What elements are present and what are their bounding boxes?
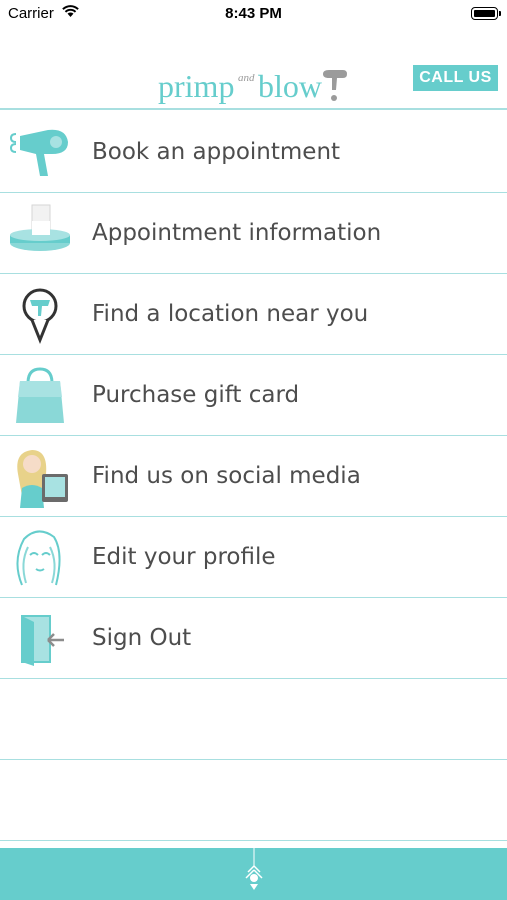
menu-item-appointment-info[interactable]: Appointment information: [0, 193, 507, 274]
menu-item-label: Sign Out: [92, 625, 192, 651]
brand-logo: primp and blow: [158, 66, 353, 106]
menu-item-social-media[interactable]: Find us on social media: [0, 436, 507, 517]
menu-item-find-location[interactable]: Find a location near you: [0, 274, 507, 355]
door-exit-icon: [8, 606, 72, 670]
menu-item-label: Find a location near you: [92, 301, 369, 327]
appointment-card-icon: [8, 201, 72, 265]
status-bar: Carrier 8:43 PM: [0, 0, 507, 30]
header-divider: [0, 108, 507, 110]
chandelier-icon: [244, 848, 264, 896]
empty-row: [0, 679, 507, 760]
call-us-button[interactable]: CALL US: [413, 65, 498, 91]
footer-bar: [0, 848, 507, 900]
menu-item-book-appointment[interactable]: Book an appointment: [0, 112, 507, 193]
empty-row: [0, 760, 507, 841]
logo-primp-text: primp: [158, 68, 235, 104]
menu-item-sign-out[interactable]: Sign Out: [0, 598, 507, 679]
map-pin-icon: [8, 282, 72, 346]
hair-dryer-icon: [8, 120, 72, 184]
main-menu: Book an appointment Appointment informat…: [0, 112, 507, 841]
menu-item-edit-profile[interactable]: Edit your profile: [0, 517, 507, 598]
menu-item-purchase-gift-card[interactable]: Purchase gift card: [0, 355, 507, 436]
logo-blow-text: blow: [258, 68, 322, 104]
logo-dryer-icon: [321, 68, 349, 110]
menu-item-label: Find us on social media: [92, 463, 361, 489]
shopping-bag-icon: [8, 363, 72, 427]
menu-item-label: Purchase gift card: [92, 382, 300, 408]
battery-icon: [471, 7, 501, 20]
profile-face-icon: [8, 525, 72, 589]
clock: 8:43 PM: [225, 5, 282, 22]
menu-item-label: Edit your profile: [92, 544, 276, 570]
logo-and-text: and: [238, 72, 255, 84]
social-girl-icon: [8, 444, 72, 508]
menu-item-label: Appointment information: [92, 220, 382, 246]
menu-item-label: Book an appointment: [92, 139, 341, 165]
